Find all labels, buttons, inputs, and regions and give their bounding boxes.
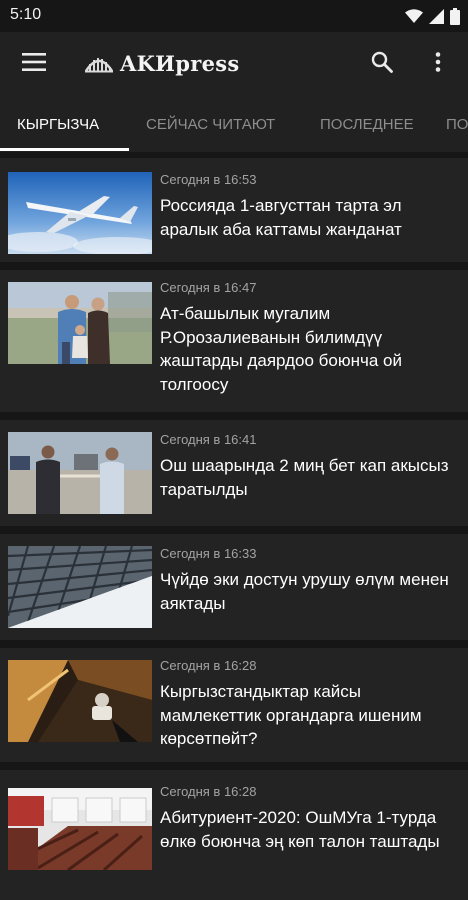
category-tabs: КЫРГЫЗЧА СЕЙЧАС ЧИТАЮТ ПОСЛЕДНЕЕ ПО bbox=[0, 92, 468, 152]
masks-handout-photo bbox=[8, 432, 152, 514]
glass-roof-photo bbox=[8, 546, 152, 628]
article-title[interactable]: Ат-башылык мугалим Р.Орозалиеванын билим… bbox=[160, 302, 460, 396]
airplane-photo bbox=[8, 172, 152, 254]
news-card[interactable]: Сегодня в 16:33 Чүйдө эки достун урушу ө… bbox=[0, 534, 468, 640]
interior-photo bbox=[8, 660, 152, 742]
signal-icon bbox=[429, 8, 444, 24]
news-thumbnail bbox=[8, 432, 152, 514]
article-title[interactable]: Чүйдө эки достун урушу өлүм менен аяктад… bbox=[160, 568, 460, 615]
tab-kyrgyzcha[interactable]: КЫРГЫЗЧА bbox=[17, 92, 99, 152]
tab-partial[interactable]: ПО bbox=[446, 92, 468, 152]
news-card[interactable]: Сегодня в 16:28 Кыргызстандыктар кайсы м… bbox=[0, 648, 468, 762]
status-time: 5:10 bbox=[10, 6, 42, 23]
news-thumbnail bbox=[8, 660, 152, 742]
brand-name: AKИpress bbox=[120, 50, 240, 76]
status-icons bbox=[405, 7, 460, 25]
article-title[interactable]: Ош шаарында 2 миң бет кап акысыз таратыл… bbox=[160, 454, 460, 501]
news-card[interactable]: Сегодня в 16:53 Россияда 1-августтан тар… bbox=[0, 158, 468, 262]
battery-icon bbox=[450, 7, 460, 25]
news-card[interactable]: Сегодня в 16:47 Ат-башылык мугалим Р.Оро… bbox=[0, 270, 468, 412]
news-thumbnail bbox=[8, 788, 152, 870]
news-card[interactable]: Сегодня в 16:41 Ош шаарында 2 миң бет ка… bbox=[0, 420, 468, 526]
tab-latest[interactable]: ПОСЛЕДНЕЕ bbox=[320, 92, 414, 152]
wifi-icon bbox=[405, 8, 423, 23]
article-time: Сегодня в 16:28 bbox=[160, 658, 257, 673]
article-time: Сегодня в 16:41 bbox=[160, 432, 257, 447]
article-time: Сегодня в 16:47 bbox=[160, 280, 257, 295]
article-title[interactable]: Абитуриент-2020: ОшМУга 1-турда өлкө бою… bbox=[160, 806, 460, 853]
article-title[interactable]: Россияда 1-августтан тарта эл аралык аба… bbox=[160, 194, 460, 241]
people-photo bbox=[8, 282, 152, 364]
article-time: Сегодня в 16:33 bbox=[160, 546, 257, 561]
logo-mountain-icon bbox=[84, 58, 114, 73]
news-thumbnail bbox=[8, 282, 152, 364]
search-icon bbox=[371, 51, 393, 73]
article-time: Сегодня в 16:28 bbox=[160, 784, 257, 799]
news-thumbnail bbox=[8, 546, 152, 628]
search-button[interactable] bbox=[368, 48, 396, 76]
exam-hall-photo bbox=[8, 788, 152, 870]
more-vert-icon bbox=[435, 52, 441, 72]
article-time: Сегодня в 16:53 bbox=[160, 172, 257, 187]
status-bar: 5:10 bbox=[0, 0, 468, 32]
news-card[interactable]: Сегодня в 16:28 Абитуриент-2020: ОшМУга … bbox=[0, 770, 468, 900]
news-thumbnail bbox=[8, 172, 152, 254]
app-logo: AKИpress bbox=[84, 49, 240, 77]
app-toolbar: AKИpress bbox=[0, 32, 468, 92]
news-feed[interactable]: Сегодня в 16:53 Россияда 1-августтан тар… bbox=[0, 152, 468, 900]
more-options-button[interactable] bbox=[426, 48, 450, 76]
tab-now-reading[interactable]: СЕЙЧАС ЧИТАЮТ bbox=[146, 92, 275, 152]
menu-button[interactable] bbox=[18, 48, 50, 76]
hamburger-icon bbox=[22, 53, 46, 71]
article-title[interactable]: Кыргызстандыктар кайсы мамлекеттик орган… bbox=[160, 680, 460, 751]
active-tab-indicator bbox=[0, 148, 129, 151]
